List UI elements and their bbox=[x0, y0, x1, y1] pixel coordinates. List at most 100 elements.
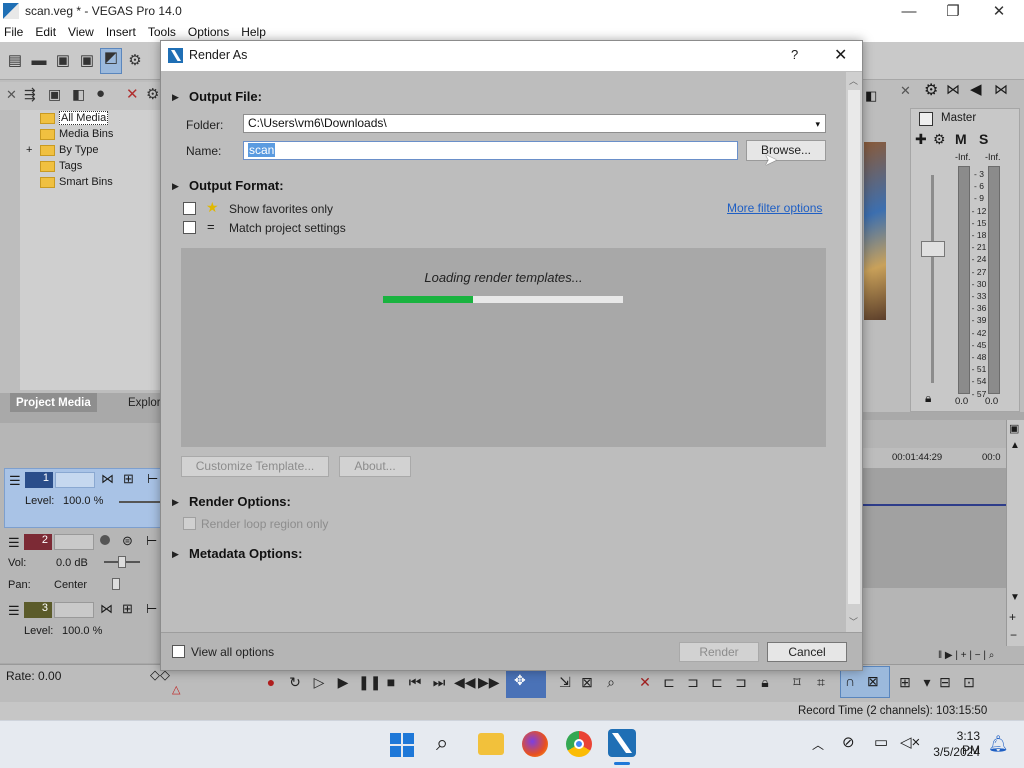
ripple-edit-icon[interactable]: ⊞ bbox=[896, 674, 914, 691]
ripple-dropdown-icon[interactable]: ▾ bbox=[918, 674, 936, 691]
tree-item-tags[interactable]: Tags bbox=[40, 158, 82, 174]
dialog-scrollbar[interactable]: ︿ ﹀ bbox=[846, 72, 862, 632]
chevron-down-icon[interactable]: ▾ bbox=[815, 116, 820, 133]
chevron-up-icon[interactable]: ︿ bbox=[812, 736, 824, 753]
insert-fx-icon[interactable]: ✚ bbox=[915, 131, 927, 148]
track-motion-icon[interactable]: ⋈ bbox=[100, 601, 113, 617]
metadata-options-caret-icon[interactable]: ▶ bbox=[172, 549, 179, 560]
timeline-lane[interactable] bbox=[862, 468, 1006, 588]
mixer-gear-icon[interactable]: ⚙ bbox=[924, 80, 938, 100]
preview-tool-icon[interactable]: ◧ bbox=[865, 88, 877, 104]
output-format-caret-icon[interactable]: ▶ bbox=[172, 181, 179, 192]
vegas-taskbar-icon[interactable] bbox=[608, 729, 636, 757]
mixer-downmix-icon[interactable]: ⋈ bbox=[994, 81, 1008, 98]
get-media-icon[interactable]: ◧ bbox=[72, 86, 85, 103]
play-from-start-icon[interactable]: ▷ bbox=[310, 674, 328, 691]
track-motion-icon[interactable]: ⋈ bbox=[101, 471, 114, 487]
network-icon[interactable]: ⊘ bbox=[842, 733, 855, 751]
trim-start-icon[interactable]: ⊐ bbox=[684, 674, 702, 691]
track-menu-icon[interactable]: ☰ bbox=[8, 603, 20, 619]
tree-item-by-type[interactable]: + By Type bbox=[26, 142, 99, 158]
level-slider[interactable] bbox=[119, 501, 163, 503]
trim-end-icon[interactable]: ⊏ bbox=[708, 674, 726, 691]
master-bus-icon[interactable] bbox=[919, 112, 933, 126]
tree-item-smart-bins[interactable]: Smart Bins bbox=[40, 174, 113, 190]
remove-media-icon[interactable]: ✕ bbox=[126, 85, 139, 103]
render-button[interactable]: Render bbox=[679, 642, 759, 662]
show-favorites-checkbox[interactable] bbox=[183, 202, 196, 215]
browse-button[interactable]: Browse... bbox=[746, 140, 826, 161]
go-to-end-icon[interactable]: ⏭ bbox=[430, 674, 448, 691]
ignore-grouping-icon[interactable]: ⊡ bbox=[960, 674, 978, 691]
track-name-field[interactable] bbox=[54, 602, 94, 618]
trim-icon[interactable]: ⊏ bbox=[660, 674, 678, 691]
close-window-button[interactable]: ✕ bbox=[976, 0, 1022, 23]
file-explorer-icon[interactable] bbox=[478, 733, 504, 755]
envelope-tool-icon[interactable]: ⇲ bbox=[556, 674, 574, 691]
media-fx-icon[interactable]: ⚙ bbox=[146, 85, 159, 103]
track-header-1[interactable]: ☰ 1 ⋈ ⊞ ⊢ Level: 100.0 % bbox=[4, 468, 163, 528]
notification-bell-icon[interactable]: 🔔︎ bbox=[988, 734, 1008, 754]
match-project-label[interactable]: Match project settings bbox=[229, 221, 346, 235]
track-header-3[interactable]: ☰ 3 ⋈ ⊞ ⊢ Level: 100.0 % bbox=[4, 599, 162, 645]
track-menu-icon[interactable]: ☰ bbox=[8, 535, 20, 551]
clock-date[interactable]: 3/5/2024 bbox=[930, 745, 980, 759]
restore-button[interactable]: ❐ bbox=[930, 0, 976, 23]
track-name-field[interactable] bbox=[54, 534, 94, 550]
output-format-heading[interactable]: Output Format: bbox=[189, 178, 284, 193]
selection-tool-icon[interactable]: ⊠ bbox=[578, 674, 596, 691]
tree-item-media-bins[interactable]: Media Bins bbox=[40, 126, 113, 142]
zoom-tool-icon[interactable]: ⌕ bbox=[602, 674, 620, 691]
folder-combobox[interactable]: C:\Users\vm6\Downloads\ ▾ bbox=[243, 114, 826, 133]
name-input[interactable]: scan bbox=[243, 141, 738, 160]
render-options-heading[interactable]: Render Options: bbox=[189, 494, 291, 509]
firefox-icon[interactable] bbox=[522, 731, 548, 757]
loop-region-checkbox[interactable] bbox=[183, 517, 196, 530]
tab-project-media[interactable]: Project Media bbox=[10, 393, 97, 413]
match-project-checkbox[interactable] bbox=[183, 221, 196, 234]
timeline-nav[interactable]: ‖ ▶ | + | − | ⌕ bbox=[938, 650, 994, 661]
mixer-bypass-icon[interactable]: ⋈ bbox=[946, 81, 960, 98]
scroll-down-icon[interactable]: ▼ bbox=[1010, 592, 1020, 603]
marker-insert-icon[interactable]: ⌑ bbox=[788, 674, 806, 691]
region-insert-icon[interactable]: ⌗ bbox=[812, 674, 830, 691]
next-frame-icon[interactable]: ▶▶ bbox=[478, 674, 500, 691]
marker-icon[interactable]: ▣ bbox=[1009, 422, 1019, 435]
pause-icon[interactable]: ❚❚ bbox=[358, 674, 381, 691]
render-options-caret-icon[interactable]: ▶ bbox=[172, 497, 179, 508]
track-compositing-icon[interactable]: ⊢ bbox=[146, 601, 157, 617]
menu-view[interactable]: View bbox=[62, 23, 100, 42]
lock-icon[interactable]: 🔒︎ bbox=[925, 391, 931, 406]
help-button[interactable]: ? bbox=[791, 47, 798, 62]
prev-frame-icon[interactable]: ◀◀ bbox=[454, 674, 476, 691]
track-menu-icon[interactable]: ☰ bbox=[9, 473, 21, 489]
open-folder-icon[interactable]: ▬ bbox=[30, 52, 48, 70]
minimize-button[interactable]: — bbox=[886, 0, 932, 23]
scroll-up-icon[interactable]: ▲ bbox=[1010, 440, 1020, 451]
lock-envelopes-icon[interactable]: ⊟ bbox=[936, 674, 954, 691]
output-file-heading[interactable]: Output File: bbox=[189, 89, 262, 104]
metadata-options-heading[interactable]: Metadata Options: bbox=[189, 546, 302, 561]
fx-gear-icon[interactable]: ⚙ bbox=[933, 131, 946, 148]
track-compositing-icon[interactable]: ⊢ bbox=[147, 471, 158, 487]
save-as-icon[interactable]: ▣ bbox=[78, 52, 96, 70]
expand-icon[interactable]: + bbox=[26, 142, 32, 158]
customize-template-button[interactable]: Customize Template... bbox=[181, 456, 329, 477]
render-as-icon[interactable]: ◩ bbox=[100, 48, 122, 74]
track-fx-icon[interactable]: ⊜ bbox=[122, 533, 133, 549]
view-all-options-label[interactable]: View all options bbox=[191, 645, 274, 659]
menu-file[interactable]: File bbox=[0, 23, 29, 42]
display-icon[interactable]: ▭ bbox=[874, 733, 888, 751]
track-automation-icon[interactable]: ⊢ bbox=[146, 533, 157, 549]
loop-icon[interactable]: ↻ bbox=[286, 674, 304, 691]
scroll-up-chevron-icon[interactable]: ︿ bbox=[849, 74, 858, 87]
show-favorites-label[interactable]: Show favorites only bbox=[229, 202, 333, 216]
menu-edit[interactable]: Edit bbox=[29, 23, 62, 42]
save-icon[interactable]: ▣ bbox=[54, 52, 72, 70]
capture-icon[interactable]: ▣ bbox=[48, 86, 61, 103]
play-icon[interactable]: ▶ bbox=[334, 674, 352, 691]
start-icon[interactable] bbox=[390, 733, 414, 757]
cancel-button[interactable]: Cancel bbox=[767, 642, 847, 662]
panel-close-icon[interactable]: ✕ bbox=[6, 87, 17, 103]
output-file-caret-icon[interactable]: ▶ bbox=[172, 92, 179, 103]
